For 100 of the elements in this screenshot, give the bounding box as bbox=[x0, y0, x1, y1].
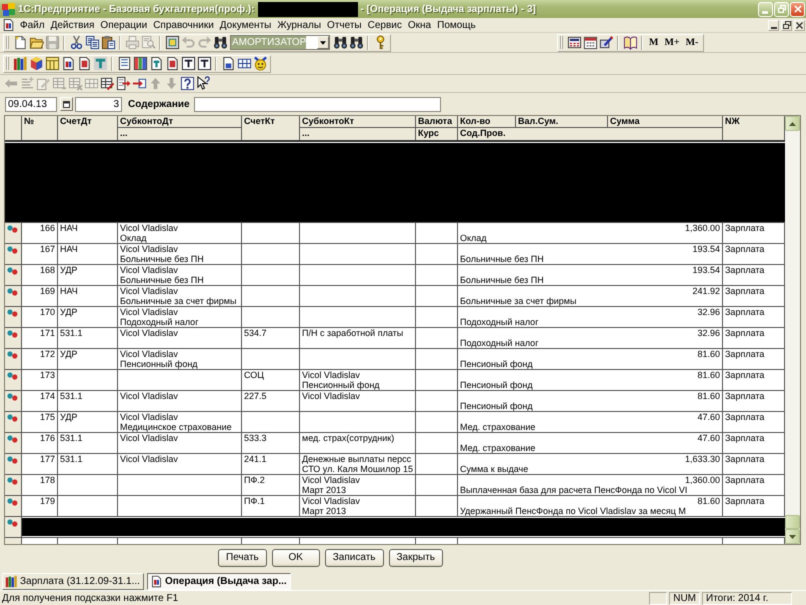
row-selector[interactable] bbox=[5, 349, 22, 369]
binoculars-icon[interactable] bbox=[212, 35, 228, 50]
table-cell: Март 2013 bbox=[302, 485, 346, 495]
menu-item[interactable]: Сервис bbox=[364, 20, 405, 30]
menu-item[interactable]: Отчеты bbox=[324, 20, 365, 30]
menu-item[interactable]: Операции bbox=[97, 20, 150, 30]
window-tab[interactable]: Операция (Выдача зар... bbox=[146, 573, 291, 590]
row-selector[interactable] bbox=[5, 391, 22, 411]
cursor-help-icon[interactable] bbox=[196, 76, 210, 91]
table-cell: Пенсионый фонд bbox=[460, 359, 533, 369]
row-selector[interactable] bbox=[5, 496, 22, 516]
dropdown-button[interactable] bbox=[317, 36, 329, 49]
column-header: Кол-во bbox=[458, 116, 516, 128]
framed-t-icon[interactable] bbox=[196, 56, 212, 71]
copy-icon[interactable] bbox=[84, 35, 100, 50]
table-cell: Сумма к выдаче bbox=[460, 464, 528, 474]
row-selector[interactable] bbox=[5, 454, 22, 474]
menu-item[interactable]: Окна bbox=[404, 20, 434, 30]
document-icon[interactable] bbox=[60, 56, 76, 71]
table-cell: Больничные без ПН bbox=[120, 254, 204, 264]
cube-icon[interactable] bbox=[28, 56, 44, 71]
table-icon[interactable] bbox=[132, 56, 148, 71]
toolbar-grip[interactable] bbox=[6, 36, 9, 49]
row-selector[interactable] bbox=[5, 412, 22, 432]
row-selector[interactable] bbox=[5, 286, 22, 306]
framed-square-icon[interactable] bbox=[164, 35, 180, 50]
folder-icon[interactable] bbox=[28, 35, 44, 50]
grid-icon[interactable] bbox=[236, 56, 252, 71]
row-selector[interactable] bbox=[5, 265, 22, 285]
document-icon bbox=[3, 19, 14, 31]
scroll-down-button[interactable] bbox=[785, 529, 800, 544]
menu-item[interactable]: Справочники bbox=[150, 20, 217, 30]
menu-item[interactable]: Действия bbox=[48, 20, 98, 30]
menu-item[interactable]: Документы bbox=[216, 20, 274, 30]
memory-button[interactable]: M bbox=[646, 35, 662, 50]
document-icon[interactable] bbox=[148, 56, 164, 71]
table-cell: 531.1 bbox=[60, 391, 83, 401]
memory-button[interactable]: M- bbox=[682, 35, 702, 50]
table-cell: 174 bbox=[40, 391, 55, 401]
table-cell: Зарплата bbox=[725, 454, 764, 464]
table-cell: Vicol Vladislav bbox=[120, 223, 178, 233]
content-field[interactable] bbox=[194, 96, 441, 112]
form-icon[interactable] bbox=[116, 56, 132, 71]
restore-button[interactable] bbox=[781, 20, 792, 30]
form-button[interactable]: Закрыть bbox=[388, 548, 444, 566]
table-cell: 178 bbox=[40, 475, 55, 485]
date-field[interactable]: 09.04.13 bbox=[5, 96, 57, 112]
row-selector[interactable] bbox=[5, 517, 22, 537]
arrow-into-box-icon[interactable] bbox=[132, 76, 146, 91]
window-title: - [Операция (Выдача зарплаты) - 3] bbox=[360, 4, 536, 14]
memory-button[interactable]: M+ bbox=[661, 35, 683, 50]
binoculars-icon[interactable] bbox=[348, 35, 364, 50]
smiley-icon[interactable] bbox=[252, 56, 268, 71]
row-selector[interactable] bbox=[5, 328, 22, 348]
framed-t-icon[interactable] bbox=[180, 56, 196, 71]
form-button[interactable]: Печать bbox=[218, 548, 267, 566]
ledger-icon[interactable] bbox=[44, 56, 60, 71]
book-icon[interactable] bbox=[622, 35, 638, 50]
window-tab[interactable]: Зарплата (31.12.09-31.1... bbox=[2, 573, 144, 590]
table-cell: 32.96 bbox=[697, 307, 720, 317]
scroll-up-button[interactable] bbox=[785, 116, 800, 131]
minimize-button[interactable] bbox=[768, 20, 779, 30]
row-selector[interactable] bbox=[5, 475, 22, 495]
table-cell: Зарплата bbox=[725, 349, 764, 359]
toolbar-grip[interactable] bbox=[6, 57, 9, 70]
document-arrow-icon[interactable] bbox=[116, 76, 130, 91]
number-field[interactable]: 3 bbox=[75, 96, 122, 112]
row-selector[interactable] bbox=[5, 433, 22, 453]
help-icon[interactable] bbox=[180, 76, 194, 91]
form-button[interactable]: Записать bbox=[324, 548, 384, 566]
document-icon[interactable] bbox=[76, 56, 92, 71]
row-selector[interactable] bbox=[5, 244, 22, 264]
pen-icon[interactable] bbox=[598, 35, 614, 50]
books-icon[interactable] bbox=[12, 56, 28, 71]
row-selector[interactable] bbox=[5, 370, 22, 390]
table-cell: 81.60 bbox=[697, 391, 720, 401]
calendar-button[interactable] bbox=[60, 97, 73, 111]
document-icon[interactable] bbox=[164, 56, 180, 71]
table-cell: Vicol Vladislav bbox=[120, 244, 178, 254]
table-cell: Подоходный налог bbox=[460, 338, 538, 348]
calculator-icon[interactable] bbox=[566, 35, 582, 50]
binoculars-icon[interactable] bbox=[332, 35, 348, 50]
menu-item[interactable]: Помощь bbox=[434, 20, 479, 30]
table-cell: 81.60 bbox=[697, 349, 720, 359]
scrollbar-thumb[interactable] bbox=[785, 515, 800, 529]
clipboard-icon[interactable] bbox=[100, 35, 116, 50]
close-button[interactable] bbox=[794, 20, 805, 30]
menu-item[interactable]: Журналы bbox=[274, 20, 324, 30]
toolbar-grip[interactable] bbox=[560, 36, 563, 49]
row-selector[interactable] bbox=[5, 307, 22, 327]
row-selector[interactable] bbox=[5, 223, 22, 243]
menu-item[interactable]: Файл bbox=[17, 20, 48, 30]
new-document-icon[interactable] bbox=[12, 35, 28, 50]
status-panel bbox=[649, 592, 668, 604]
calendar-icon[interactable] bbox=[582, 35, 598, 50]
document-icon[interactable] bbox=[220, 56, 236, 71]
scissors-icon[interactable] bbox=[68, 35, 84, 50]
form-button[interactable]: OK bbox=[272, 548, 320, 566]
table-cell: СОЦ bbox=[244, 370, 264, 380]
grid-pencil-icon[interactable] bbox=[100, 76, 114, 91]
